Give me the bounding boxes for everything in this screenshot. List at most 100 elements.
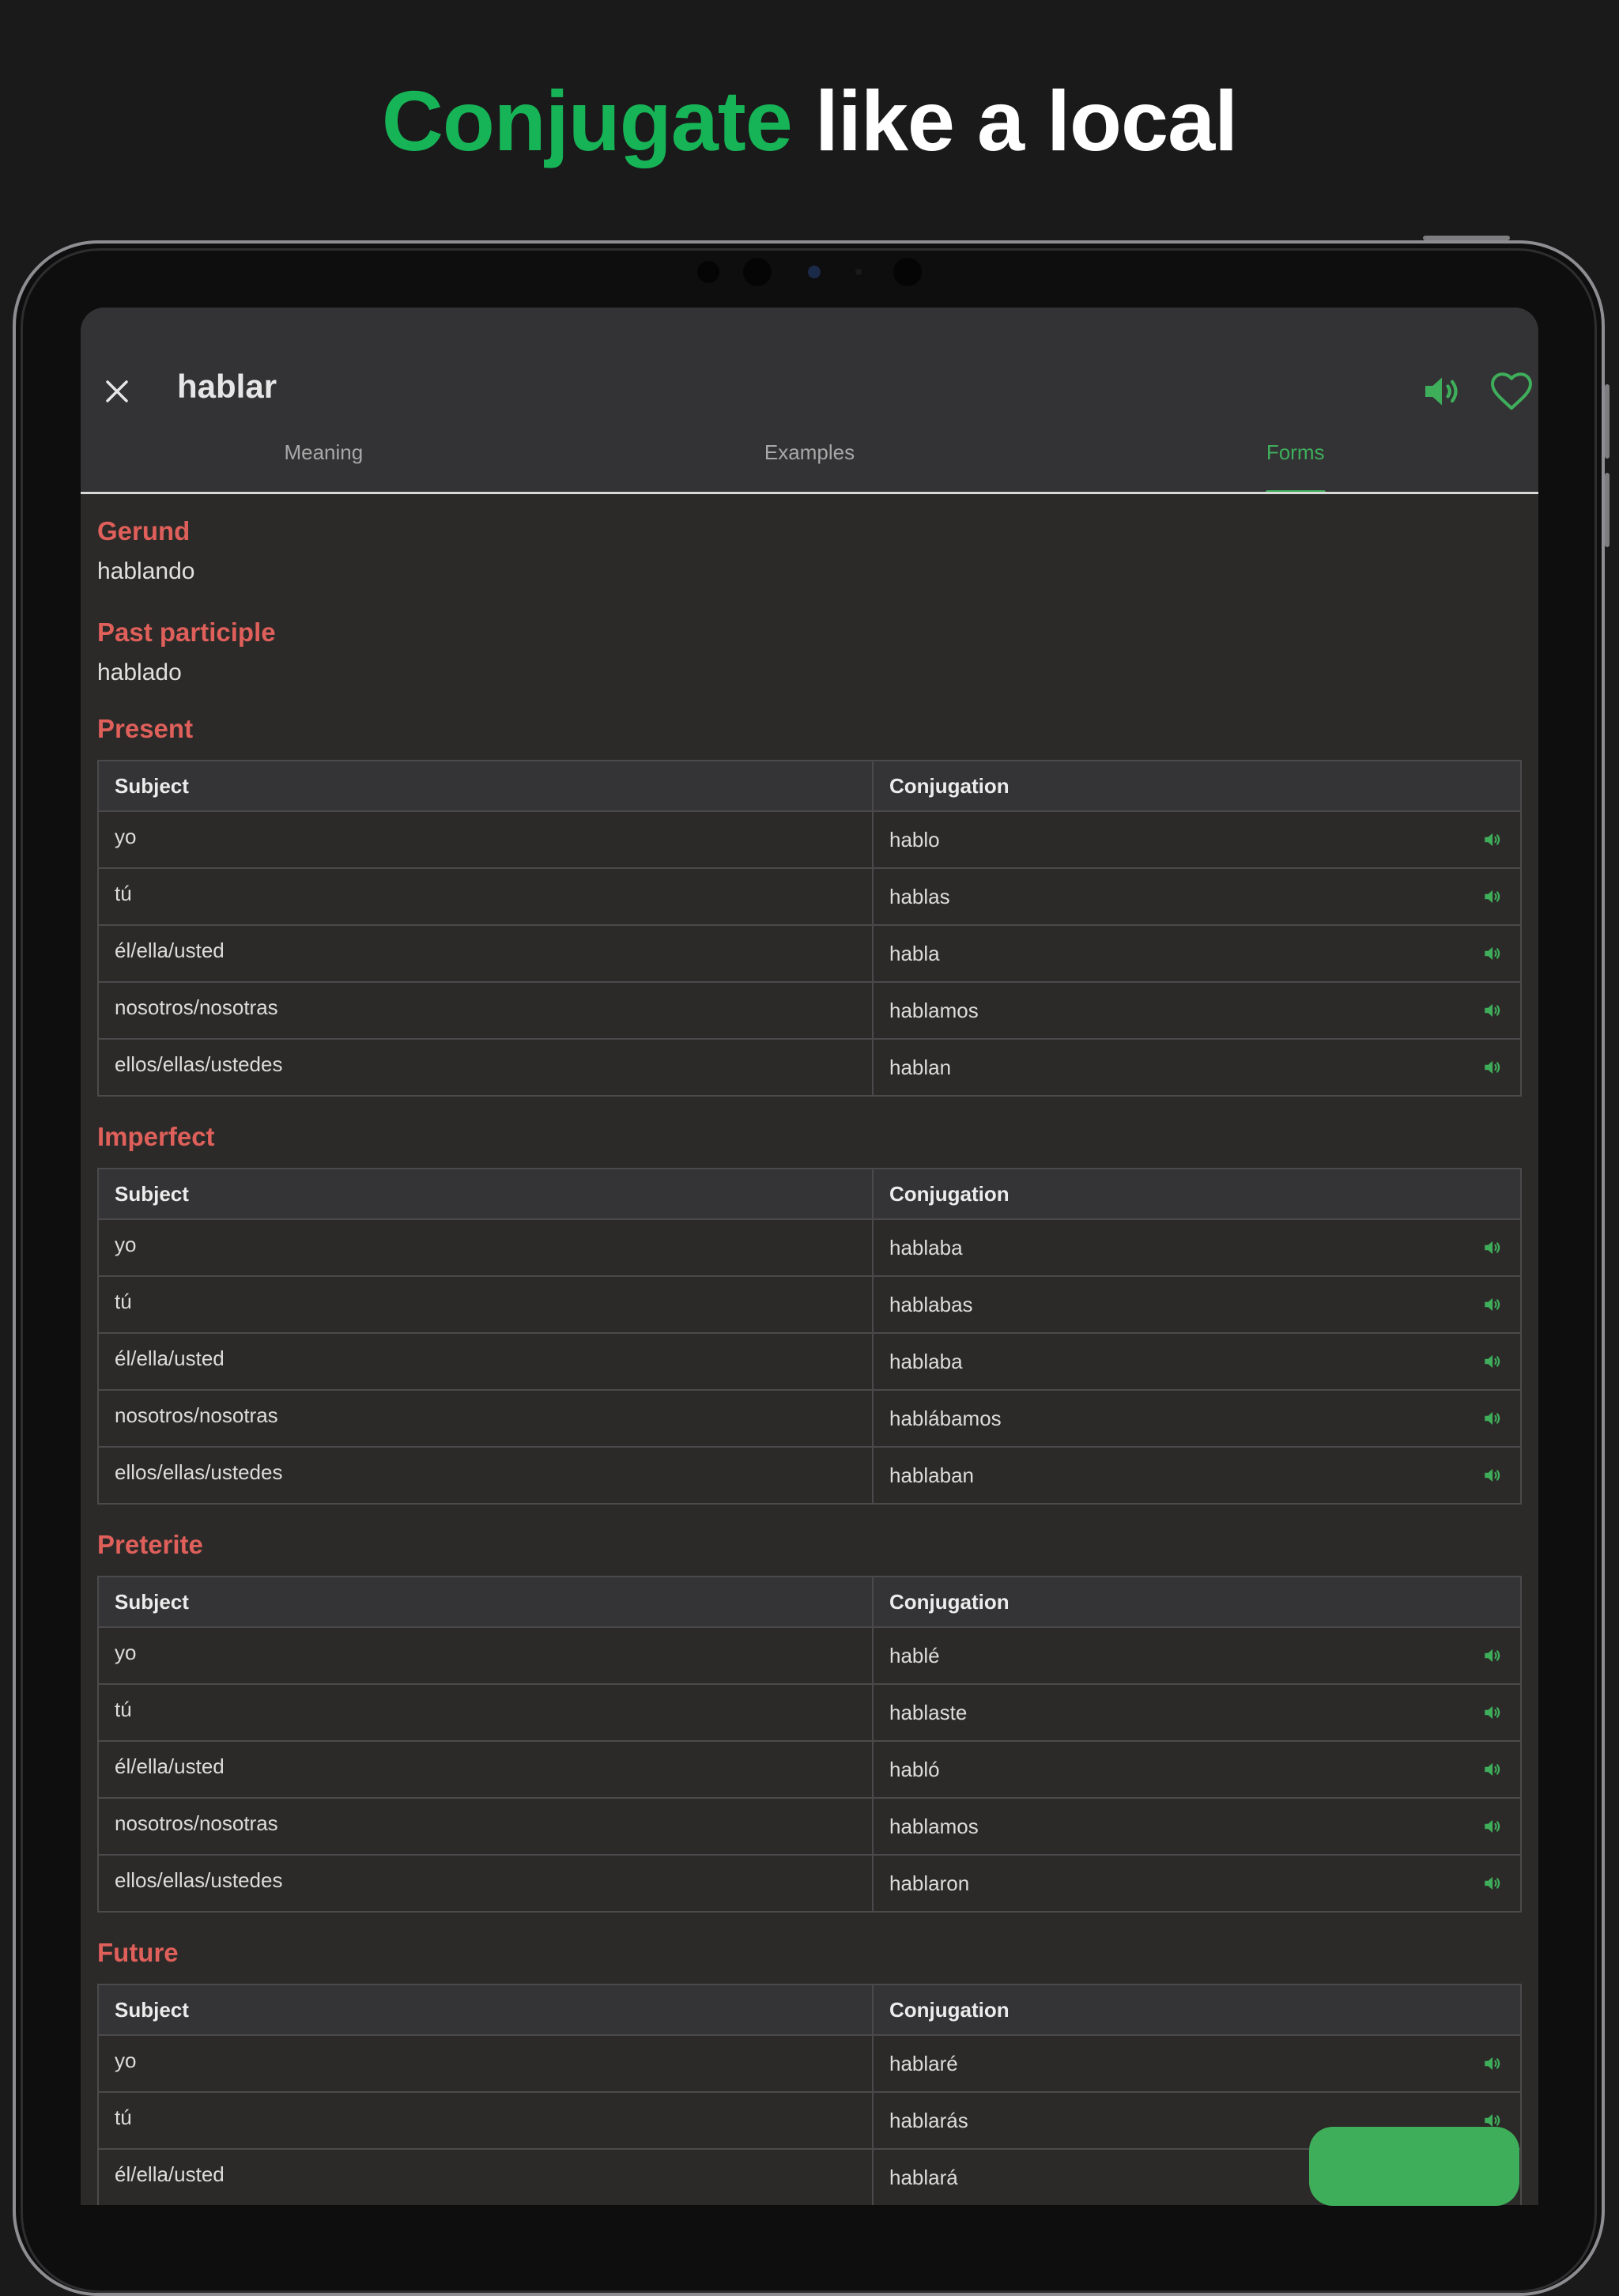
speaker-icon[interactable] (1482, 2053, 1503, 2074)
conjugation-table: Subject Conjugation yo hablaré tú hablarás él/… (97, 1984, 1522, 2205)
conjugation-form: hablaste (889, 1700, 968, 1724)
app-bar: hablar Meaning Examples Forms (81, 308, 1538, 494)
tab-label: Meaning (284, 440, 364, 464)
sensor-dot (855, 269, 862, 275)
conjugation-cell: habla (872, 924, 1522, 983)
conjugation-form: hablaron (889, 1871, 970, 1895)
tense-title: Future (97, 1938, 179, 1967)
speaker-icon[interactable] (1420, 369, 1464, 414)
participle-value: hablado (97, 659, 182, 685)
subject-cell: yo (97, 2034, 874, 2093)
conjugation-form: habla (889, 941, 940, 965)
table-row: él/ella/usted habló (97, 1740, 1522, 1799)
tab-label: Forms (1266, 440, 1325, 464)
speaker-icon[interactable] (1482, 1057, 1503, 1078)
table-row: yo hablé (97, 1626, 1522, 1685)
subject-cell: él/ella/usted (97, 1332, 874, 1391)
table-row: nosotros/nosotras hablábamos (97, 1389, 1522, 1448)
conjugation-table: Subject Conjugation yo hablaba tú hablabas él/… (97, 1168, 1522, 1505)
speaker-icon[interactable] (1482, 886, 1503, 907)
column-header-subject: Subject (97, 1576, 874, 1628)
conjugation-form: hablaba (889, 1349, 963, 1373)
speaker-icon[interactable] (1482, 1702, 1503, 1723)
table-row: él/ella/usted habla (97, 924, 1522, 983)
conjugation-table: Subject Conjugation yo hablé tú hablaste él/el… (97, 1576, 1522, 1913)
subject-cell: tú (97, 2091, 874, 2150)
floating-action-button[interactable] (1309, 2127, 1519, 2206)
conjugation-cell: hablábamos (872, 1389, 1522, 1448)
headline: Conjugate like a local (0, 70, 1619, 172)
conjugation-cell: hablaré (872, 2034, 1522, 2093)
table-row: nosotros/nosotras hablamos (97, 1797, 1522, 1856)
table-row: tú hablaste (97, 1683, 1522, 1742)
table-row: ellos/ellas/ustedes hablaron (97, 1854, 1522, 1913)
column-header-conjugation: Conjugation (872, 1984, 1522, 2036)
word-title: hablar (177, 368, 277, 405)
subject-cell: yo (97, 1626, 874, 1685)
close-icon[interactable] (96, 371, 138, 412)
conjugation-cell: hablan (872, 1038, 1522, 1097)
subject-cell: nosotros/nosotras (97, 1389, 874, 1448)
speaker-icon[interactable] (1482, 829, 1503, 850)
forms-content: Gerund hablando Past participle hablado … (97, 513, 1522, 2205)
column-header-conjugation: Conjugation (872, 1168, 1522, 1220)
subject-cell: él/ella/usted (97, 2148, 874, 2205)
conjugation-form: hablaba (889, 1235, 963, 1259)
speaker-icon[interactable] (1482, 1873, 1503, 1894)
heart-icon[interactable] (1488, 368, 1535, 415)
conjugation-cell: hablamos (872, 981, 1522, 1040)
speaker-icon[interactable] (1482, 1465, 1503, 1486)
speaker-icon[interactable] (1482, 943, 1503, 964)
column-header-conjugation: Conjugation (872, 1576, 1522, 1628)
conjugation-cell: hablaban (872, 1446, 1522, 1505)
speaker-icon[interactable] (1482, 1237, 1503, 1258)
tab-forms[interactable]: Forms (1052, 425, 1538, 494)
sensor-dot (697, 261, 719, 283)
conjugation-form: hablaban (889, 1463, 974, 1487)
subject-cell: él/ella/usted (97, 1740, 874, 1799)
subject-cell: yo (97, 810, 874, 869)
conjugation-cell: hablé (872, 1626, 1522, 1685)
conjugation-table: Subject Conjugation yo hablo tú hablas él/ella… (97, 760, 1522, 1097)
column-header-subject: Subject (97, 1984, 874, 2036)
table-row: nosotros/nosotras hablamos (97, 981, 1522, 1040)
table-row: tú hablabas (97, 1275, 1522, 1334)
column-header-subject: Subject (97, 760, 874, 812)
sensor-dot (743, 258, 772, 286)
tab-examples[interactable]: Examples (567, 425, 1053, 493)
front-camera (808, 266, 821, 278)
headline-rest: like a local (791, 73, 1238, 168)
conjugation-cell: hablaste (872, 1683, 1522, 1742)
subject-cell: ellos/ellas/ustedes (97, 1446, 874, 1505)
subject-cell: nosotros/nosotras (97, 981, 874, 1040)
speaker-icon[interactable] (1482, 1816, 1503, 1837)
tab-label: Examples (764, 440, 855, 464)
subject-cell: él/ella/usted (97, 924, 874, 983)
conjugation-cell: hablaba (872, 1332, 1522, 1391)
gerund-title: Gerund (97, 516, 191, 546)
conjugation-form: hablarás (889, 2108, 968, 2132)
conjugation-form: hablas (889, 884, 950, 908)
speaker-icon[interactable] (1482, 1645, 1503, 1666)
speaker-icon[interactable] (1482, 1000, 1503, 1021)
table-row: yo hablo (97, 810, 1522, 869)
conjugation-form: hablamos (889, 1814, 979, 1838)
speaker-icon[interactable] (1482, 1351, 1503, 1372)
conjugation-form: habló (889, 1757, 940, 1781)
table-row: él/ella/usted hablará (97, 2148, 1522, 2205)
conjugation-form: hablé (889, 1643, 940, 1667)
table-header-row: Subject Conjugation (97, 1168, 1522, 1220)
participle-title: Past participle (97, 617, 276, 647)
tab-meaning[interactable]: Meaning (81, 425, 567, 493)
conjugation-form: hablan (889, 1055, 952, 1079)
table-row: tú hablarás (97, 2091, 1522, 2150)
table-row: tú hablas (97, 867, 1522, 926)
speaker-icon[interactable] (1482, 1408, 1503, 1429)
conjugation-cell: hablo (872, 810, 1522, 869)
conjugation-cell: habló (872, 1740, 1522, 1799)
speaker-icon[interactable] (1482, 1759, 1503, 1780)
table-row: él/ella/usted hablaba (97, 1332, 1522, 1391)
speaker-icon[interactable] (1482, 1294, 1503, 1315)
conjugation-cell: hablaba (872, 1218, 1522, 1277)
table-row: ellos/ellas/ustedes hablan (97, 1038, 1522, 1097)
